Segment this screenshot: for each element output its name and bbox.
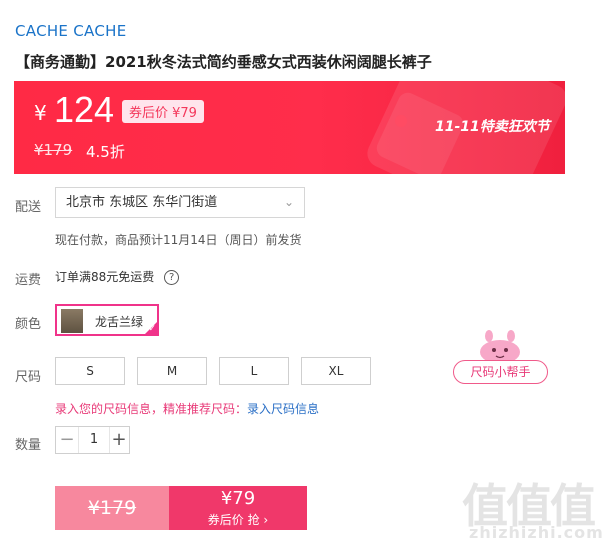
price-banner: ¥ 124 券后价 ¥79 ¥179 4.5折 11-11特卖狂欢节 [14, 81, 565, 174]
increase-button[interactable]: + [108, 427, 130, 453]
size-helper-button[interactable]: 尺码小帮手 [453, 360, 548, 384]
chevron-down-icon: ⌄ [283, 195, 294, 209]
quantity-label: 数量 [15, 438, 42, 453]
coupon-price-badge: 券后价 ¥79 [122, 100, 204, 123]
shipping-estimate: 现在付款，商品预计11月14日（周日）前发货 [55, 233, 302, 247]
freight-text: 订单满88元免运费 [55, 270, 155, 284]
current-price: 124 [54, 89, 115, 130]
brand-name[interactable]: CACHE CACHE [15, 22, 126, 40]
buy-action-label: 券后价 抢 › [207, 513, 269, 527]
address-selector[interactable]: 北京市 东城区 东华门街道 ⌄ [55, 187, 305, 218]
original-price: ¥179 [34, 141, 73, 159]
discount-rate: 4.5折 [86, 143, 125, 161]
enter-size-link[interactable]: 录入尺码信息 [247, 402, 319, 416]
event-name: 11-11特卖狂欢节 [435, 119, 550, 135]
color-label: 颜色 [15, 317, 42, 332]
original-price-button[interactable]: ¥179 [55, 486, 169, 530]
tag-hole-decoration [395, 115, 407, 127]
size-option-l[interactable]: L [219, 357, 289, 385]
product-title: 【商务通勤】2021秋冬法式简约垂感女式西装休闲阔腿长裤子 [15, 53, 432, 71]
size-option-m[interactable]: M [137, 357, 207, 385]
size-helper-mascot-icon [480, 330, 520, 364]
size-recommend-tip: 录入您的尺码信息，精准推荐尺码：录入尺码信息 [55, 400, 319, 417]
color-option-selected[interactable]: 龙舌兰绿 ✓ [55, 304, 159, 336]
check-icon: ✓ [148, 324, 156, 334]
decrease-button[interactable]: − [56, 427, 78, 453]
quantity-value[interactable]: 1 [78, 427, 110, 453]
size-label: 尺码 [15, 370, 42, 385]
quantity-stepper: − 1 + [55, 426, 130, 454]
watermark-url: zhizhizhi.com [469, 523, 604, 542]
freight-info: 订单满88元免运费 ? [55, 268, 180, 285]
size-option-xl[interactable]: XL [301, 357, 371, 385]
currency-symbol: ¥ [34, 101, 47, 125]
address-value: 北京市 东城区 东华门街道 [66, 195, 218, 210]
size-option-s[interactable]: S [55, 357, 125, 385]
buy-with-coupon-button[interactable]: ¥79 券后价 抢 › [169, 486, 307, 530]
size-tip-text: 录入您的尺码信息，精准推荐尺码： [55, 402, 248, 416]
coupon-price: ¥79 [220, 488, 256, 509]
help-icon[interactable]: ? [164, 270, 180, 285]
color-thumbnail [61, 309, 83, 333]
freight-label: 运费 [15, 273, 42, 288]
color-option-label: 龙舌兰绿 [95, 315, 144, 329]
delivery-label: 配送 [15, 200, 42, 215]
